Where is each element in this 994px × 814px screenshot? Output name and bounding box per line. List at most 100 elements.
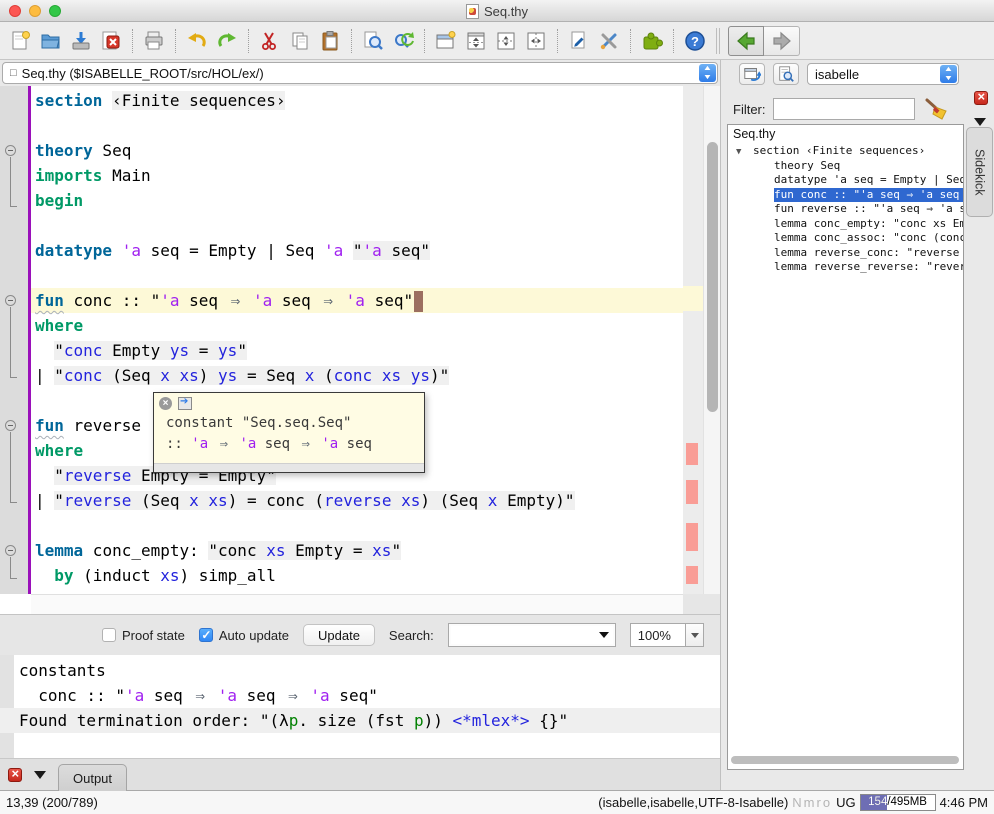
main-toolbar: ? xyxy=(0,22,994,60)
buffer-options-button[interactable] xyxy=(564,26,594,56)
tab-sidekick[interactable]: Sidekick xyxy=(966,127,993,217)
close-buffer-button[interactable] xyxy=(96,26,126,56)
fold-marker[interactable] xyxy=(5,145,16,156)
code-area[interactable]: section ‹Finite sequences› theory Seqimpo… xyxy=(31,88,683,588)
code-line[interactable]: lemma conc_empty: "conc xs Empty = xs" xyxy=(31,538,683,563)
tooltip-detach-icon[interactable] xyxy=(178,397,192,410)
code-token: constant "Seq.seq.Seq" xyxy=(166,415,351,431)
zoom-dropdown-button[interactable] xyxy=(685,624,703,646)
undo-button[interactable] xyxy=(182,26,212,56)
clear-filter-broom-icon[interactable] xyxy=(922,96,948,122)
error-overview-column[interactable] xyxy=(683,86,703,594)
sidekick-tree[interactable]: Seq.thy▼section ‹Finite sequences›theory… xyxy=(727,124,964,770)
copy-button[interactable] xyxy=(285,26,315,56)
cut-button[interactable] xyxy=(255,26,285,56)
tooltip-resize-grip[interactable] xyxy=(154,463,424,472)
tree-item[interactable]: lemma conc_assoc: "conc (conc xs ys) zs xyxy=(728,231,963,246)
forward-button[interactable] xyxy=(764,26,800,56)
open-file-button[interactable] xyxy=(36,26,66,56)
tree-item[interactable]: datatype 'a seq = Empty | Seq 'a "'a se xyxy=(728,173,963,188)
output-panel[interactable]: constants conc :: "'a seq ⇒ 'a seq ⇒ 'a … xyxy=(0,655,720,758)
text-editor[interactable]: section ‹Finite sequences› theory Seqimpo… xyxy=(0,86,720,614)
overview-error-mark[interactable] xyxy=(686,480,698,504)
overview-error-mark[interactable] xyxy=(686,566,698,584)
tree-expander-icon[interactable]: ▼ xyxy=(736,145,741,159)
save-file-button[interactable] xyxy=(66,26,96,56)
code-line[interactable]: imports Main xyxy=(31,163,683,188)
back-button[interactable] xyxy=(728,26,764,56)
fold-marker[interactable] xyxy=(5,545,16,556)
fold-marker[interactable] xyxy=(5,420,16,431)
overview-error-mark[interactable] xyxy=(686,523,698,551)
code-line[interactable]: theory Seq xyxy=(31,138,683,163)
code-line[interactable]: | "conc (Seq x xs) ys = Seq x (conc xs y… xyxy=(31,363,683,388)
buffer-switcher-stepper[interactable]: ▲▼ xyxy=(699,64,716,82)
find-next-button[interactable] xyxy=(388,26,418,56)
vertical-scrollbar-thumb[interactable] xyxy=(707,142,718,412)
memory-status[interactable]: 154/495MB 154/495MB xyxy=(860,794,936,811)
code-line[interactable]: fun conc :: "'a seq ⇒ 'a seq ⇒ 'a seq" xyxy=(31,288,720,313)
code-line[interactable]: datatype 'a seq = Empty | Seq 'a "'a seq… xyxy=(31,238,683,263)
tree-item[interactable]: Seq.thy xyxy=(728,125,963,144)
overview-error-mark[interactable] xyxy=(686,443,698,465)
tree-item[interactable]: lemma reverse_reverse: "reverse (revers xyxy=(728,260,963,275)
new-file-button[interactable] xyxy=(6,26,36,56)
code-line[interactable]: | "reverse (Seq x xs) = conc (reverse xs… xyxy=(31,488,683,513)
auto-update-checkbox[interactable] xyxy=(199,628,213,642)
sidekick-menu-arrow-icon[interactable] xyxy=(974,118,986,126)
code-token: by xyxy=(54,566,73,585)
editor-gutter[interactable] xyxy=(0,86,28,594)
proof-state-option[interactable]: Proof state xyxy=(102,628,185,643)
code-line[interactable] xyxy=(31,263,683,288)
vertical-scrollbar[interactable] xyxy=(703,86,720,594)
code-token: where xyxy=(35,316,83,335)
redo-button[interactable] xyxy=(212,26,242,56)
dock-menu-arrow-icon[interactable] xyxy=(34,771,46,779)
tree-item[interactable]: lemma conc_empty: "conc xs Empty = xs" xyxy=(728,217,963,232)
zoom-combobox[interactable]: 100% xyxy=(630,623,704,647)
horizontal-scrollbar[interactable] xyxy=(31,594,683,614)
toolbar-separator xyxy=(351,29,352,53)
code-line[interactable] xyxy=(31,113,683,138)
tree-item[interactable]: ▼section ‹Finite sequences› xyxy=(728,144,963,159)
update-button[interactable]: Update xyxy=(303,624,375,646)
code-line[interactable]: where xyxy=(31,313,683,338)
copy-icon xyxy=(288,29,312,53)
close-dock-button[interactable] xyxy=(8,768,22,782)
sidekick-mode-combobox[interactable]: isabelle ▲▼ xyxy=(807,63,959,85)
sidekick-mode-stepper[interactable]: ▲▼ xyxy=(940,65,957,83)
proof-state-checkbox[interactable] xyxy=(102,628,116,642)
code-line[interactable]: section ‹Finite sequences› xyxy=(31,88,683,113)
print-button[interactable] xyxy=(139,26,169,56)
global-options-button[interactable] xyxy=(594,26,624,56)
filter-input[interactable] xyxy=(773,98,915,120)
code-line[interactable] xyxy=(31,213,683,238)
tree-item[interactable]: theory Seq xyxy=(728,159,963,174)
unsplit-button[interactable] xyxy=(461,26,491,56)
code-line[interactable]: begin xyxy=(31,188,683,213)
tree-item[interactable]: lemma reverse_conc: "reverse (conc xs y xyxy=(728,246,963,261)
code-line[interactable] xyxy=(31,513,683,538)
new-view-button[interactable] xyxy=(431,26,461,56)
fold-marker[interactable] xyxy=(5,295,16,306)
find-button[interactable] xyxy=(358,26,388,56)
code-line[interactable]: "conc Empty ys = ys" xyxy=(31,338,683,363)
tree-item-selected[interactable]: fun conc :: "'a seq ⇒ 'a seq ⇒ 'a seq xyxy=(728,188,963,203)
tree-item[interactable]: fun reverse :: "'a seq ⇒ 'a seq" xyxy=(728,202,963,217)
tab-output[interactable]: Output xyxy=(58,764,127,791)
status-bar: 13,39 (200/789) (isabelle,isabelle,UTF-8… xyxy=(0,790,994,814)
buffer-switcher[interactable]: □ Seq.thy ($ISABELLE_ROOT/src/HOL/ex/) ▲… xyxy=(2,62,718,84)
paste-button[interactable] xyxy=(315,26,345,56)
help-button[interactable]: ? xyxy=(680,26,710,56)
split-vertical-button[interactable] xyxy=(521,26,551,56)
split-horizontal-button[interactable] xyxy=(491,26,521,56)
tooltip-close-icon[interactable]: × xyxy=(159,397,172,410)
code-line[interactable]: by (induct xs) simp_all xyxy=(31,563,683,588)
auto-update-option[interactable]: Auto update xyxy=(199,628,289,643)
sidekick-parse-button[interactable] xyxy=(739,63,765,85)
sidekick-horizontal-scrollbar[interactable] xyxy=(731,756,959,764)
close-sidekick-button[interactable] xyxy=(974,91,988,105)
plugin-manager-button[interactable] xyxy=(637,26,667,56)
search-combobox[interactable] xyxy=(448,623,616,647)
sidekick-properties-button[interactable] xyxy=(773,63,799,85)
